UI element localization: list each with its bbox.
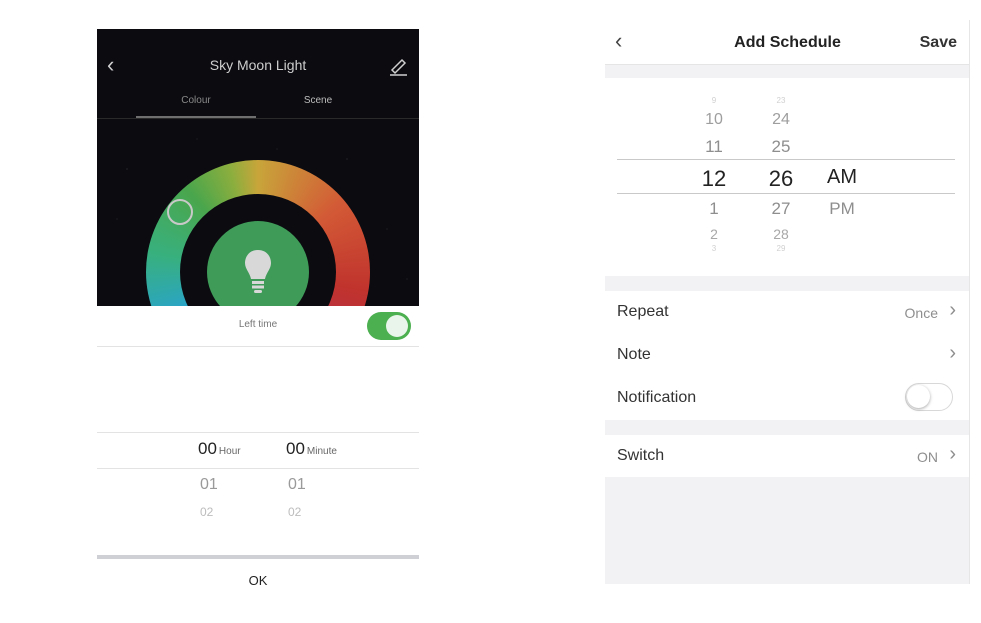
switch-value: ON: [917, 449, 938, 465]
tab-scene[interactable]: Scene: [258, 95, 378, 106]
hour-option[interactable]: 3: [689, 244, 739, 253]
minute-option[interactable]: 01: [288, 476, 306, 494]
minute-picker[interactable]: 00 Minute: [286, 439, 337, 459]
minute-option[interactable]: 27: [756, 199, 806, 219]
save-button[interactable]: Save: [905, 34, 957, 52]
screen-edge: [969, 20, 970, 584]
nav-divider: [605, 64, 970, 65]
picker-top-line: [617, 159, 955, 160]
time-picker[interactable]: 9 10 11 12 1 2 3 23 24 25 26 27 28 29 AM…: [605, 78, 970, 276]
switch-group: Switch ON ›: [605, 435, 970, 477]
selected-hour[interactable]: 12: [689, 166, 739, 192]
minute-value: 00: [286, 439, 305, 458]
selected-minute[interactable]: 26: [756, 166, 806, 192]
chevron-right-icon: ›: [949, 342, 956, 364]
light-control-screen: ‹ Sky Moon Light Colour Scene Left time …: [97, 29, 419, 589]
switch-row[interactable]: Switch ON ›: [605, 435, 970, 477]
repeat-label: Repeat: [617, 303, 669, 320]
repeat-row[interactable]: Repeat Once ›: [605, 291, 970, 333]
hour-option[interactable]: 1: [689, 199, 739, 219]
device-title: Sky Moon Light: [209, 57, 307, 73]
divider: [97, 346, 419, 347]
add-schedule-screen: ‹ Add Schedule Save 9 10 11 12 1 2 3 23 …: [605, 20, 970, 584]
hour-option[interactable]: 10: [689, 111, 739, 129]
minute-unit: Minute: [306, 446, 337, 457]
note-label: Note: [617, 346, 651, 363]
selected-ampm[interactable]: AM: [817, 166, 867, 189]
minute-option[interactable]: 24: [756, 111, 806, 129]
ok-button[interactable]: OK: [97, 573, 419, 588]
chevron-right-icon: ›: [949, 443, 956, 465]
light-bulb-icon: [245, 250, 271, 293]
color-panel: ‹ Sky Moon Light Colour Scene: [97, 29, 419, 306]
edit-icon[interactable]: [387, 55, 409, 77]
minute-option[interactable]: 29: [756, 244, 806, 253]
ampm-option[interactable]: PM: [817, 199, 867, 219]
tab-colour[interactable]: Colour: [136, 95, 256, 106]
nav-bar: ‹ Add Schedule Save: [605, 20, 970, 64]
notification-label: Notification: [617, 389, 697, 406]
minute-option[interactable]: 23: [756, 96, 806, 105]
hour-unit: Hour: [218, 446, 241, 457]
left-time-toggle[interactable]: [367, 312, 411, 340]
hour-picker[interactable]: 00 Hour: [198, 439, 241, 459]
picker-bottom-line: [97, 468, 419, 469]
hour-option[interactable]: 11: [689, 137, 739, 157]
back-chevron-icon[interactable]: ‹: [107, 53, 123, 77]
picker-top-line: [97, 432, 419, 433]
schedule-options-group: Repeat Once › Note › Notification: [605, 291, 970, 420]
hour-option[interactable]: 02: [200, 505, 213, 519]
color-picker-handle[interactable]: [167, 199, 193, 225]
minute-option[interactable]: 25: [756, 137, 806, 157]
switch-label: Switch: [617, 447, 665, 464]
hour-option[interactable]: 9: [689, 96, 739, 105]
hour-option[interactable]: 2: [689, 226, 739, 242]
hour-option[interactable]: 01: [200, 476, 218, 494]
back-chevron-icon[interactable]: ‹: [615, 30, 631, 52]
picker-bottom-line: [617, 193, 955, 194]
notification-row: Notification: [605, 377, 970, 419]
notification-toggle[interactable]: [905, 383, 953, 411]
minute-option[interactable]: 02: [288, 505, 301, 519]
chevron-right-icon: ›: [949, 299, 956, 321]
tab-divider: [97, 118, 419, 119]
page-title: Add Schedule: [734, 34, 841, 51]
repeat-value: Once: [904, 305, 938, 321]
ok-divider-bar: [97, 555, 419, 559]
note-row[interactable]: Note ›: [605, 334, 970, 376]
minute-option[interactable]: 28: [756, 226, 806, 242]
hour-value: 00: [198, 439, 217, 458]
